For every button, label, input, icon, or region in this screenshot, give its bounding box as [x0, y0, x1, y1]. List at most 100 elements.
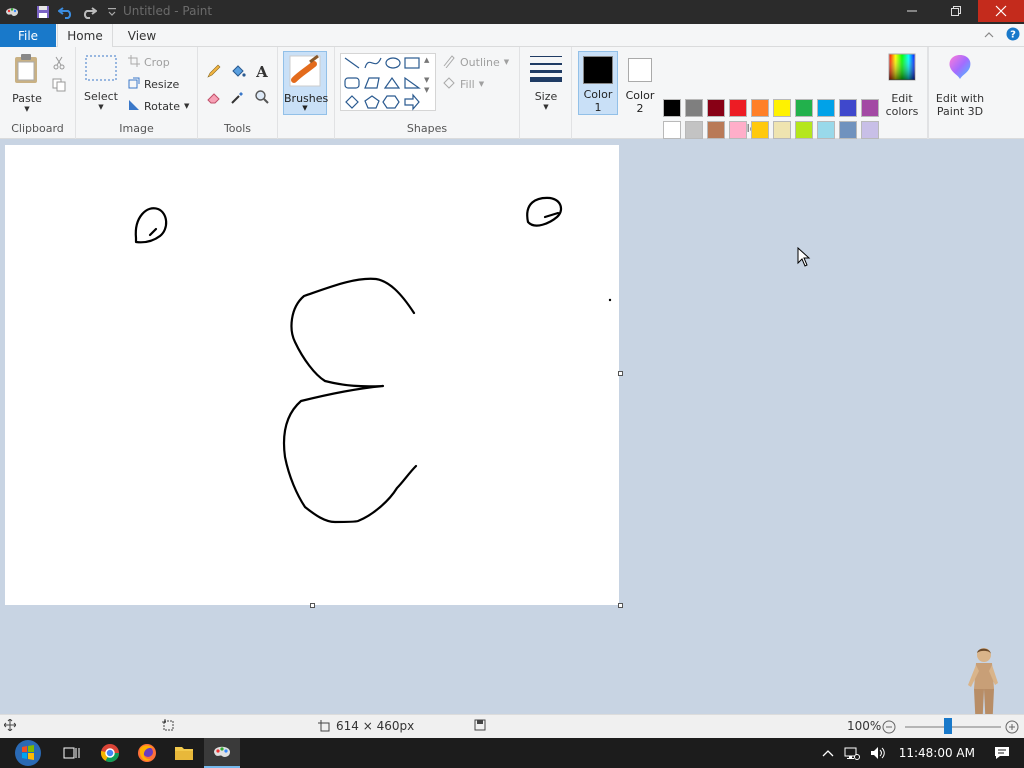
stroke-small-loop-left: [134, 207, 168, 244]
brushes-dropdown-icon: ▼: [302, 104, 308, 112]
resize-label: Resize: [144, 77, 180, 91]
clipboard-group: Paste ▼ Clipboard: [0, 47, 76, 139]
tab-view[interactable]: View: [116, 24, 168, 48]
eraser-icon[interactable]: [204, 87, 224, 107]
canvas-drawing: [134, 196, 612, 524]
brushes-button[interactable]: Brushes ▼: [283, 51, 328, 115]
zoom-slider-track[interactable]: [905, 726, 1001, 728]
palette-swatch[interactable]: [729, 99, 747, 117]
palette-swatch[interactable]: [817, 121, 835, 139]
close-button[interactable]: [978, 0, 1024, 22]
palette-swatch[interactable]: [817, 99, 835, 117]
palette-swatch[interactable]: [839, 121, 857, 139]
action-center-icon[interactable]: [994, 746, 1010, 760]
palette-swatch[interactable]: [773, 99, 791, 117]
color-picker-icon[interactable]: [228, 87, 248, 107]
restore-button[interactable]: [934, 0, 978, 22]
show-hidden-icons-chevron-icon[interactable]: [822, 749, 834, 757]
palette-swatch[interactable]: [707, 121, 725, 139]
taskbar-clock[interactable]: 11:48:00 AM: [899, 746, 975, 760]
zoom-level: 100%: [847, 719, 882, 733]
paint-app-icon[interactable]: [2, 2, 22, 22]
copy-icon[interactable]: [49, 75, 69, 95]
network-icon[interactable]: [844, 746, 860, 760]
taskbar-file-explorer[interactable]: [166, 738, 202, 768]
taskbar-chrome[interactable]: [92, 738, 128, 768]
oval-shape-icon: [385, 57, 401, 69]
size-button[interactable]: Size ▼: [528, 53, 564, 111]
task-view-button[interactable]: [54, 738, 90, 768]
line-size-icon: [529, 53, 563, 86]
redo-icon[interactable]: [79, 2, 99, 22]
zoom-slider-thumb[interactable]: [944, 718, 953, 734]
canvas-resize-handle-right[interactable]: [618, 371, 623, 376]
resize-button[interactable]: Resize: [128, 75, 179, 93]
rotate-button[interactable]: Rotate ▼: [128, 97, 189, 115]
palette-swatch[interactable]: [707, 99, 725, 117]
edit-colors-label-1: Edit: [891, 92, 913, 105]
palette-swatch[interactable]: [751, 99, 769, 117]
tab-file[interactable]: File: [0, 24, 56, 47]
color1-swatch: [583, 56, 613, 84]
palette-swatch[interactable]: [663, 121, 681, 139]
volume-icon[interactable]: [870, 746, 886, 760]
line-shape-icon: [344, 57, 360, 69]
color2-button[interactable]: Color 2: [620, 51, 660, 115]
palette-swatch[interactable]: [795, 99, 813, 117]
canvas-resize-handle-bottom[interactable]: [310, 603, 315, 608]
zoom-in-button[interactable]: [1005, 720, 1019, 734]
paint-taskbar-icon: [214, 746, 230, 757]
palette-swatch[interactable]: [861, 121, 879, 139]
pencil-icon[interactable]: [204, 61, 224, 81]
palette-swatch[interactable]: [663, 99, 681, 117]
customize-qat-chevron-icon[interactable]: [102, 2, 122, 22]
workspace[interactable]: [0, 140, 1024, 736]
tab-home[interactable]: Home: [57, 24, 113, 48]
arrow-shape-icon: [404, 93, 420, 111]
fill-button[interactable]: Fill ▼: [442, 75, 484, 93]
help-icon[interactable]: ?: [1006, 27, 1020, 44]
select-button[interactable]: Select ▼: [84, 55, 118, 111]
palette-swatch[interactable]: [685, 121, 703, 139]
edit-with-paint3d-button[interactable]: Edit with Paint 3D: [934, 53, 986, 118]
shapes-scroll-arrows[interactable]: ▲ ▼ ▼: [424, 55, 429, 95]
minimize-button[interactable]: [890, 0, 934, 22]
size-label: Size: [534, 90, 558, 103]
palette-swatch[interactable]: [773, 121, 791, 139]
select-rectangle-icon: [85, 55, 117, 84]
palette-swatch[interactable]: [685, 99, 703, 117]
canvas-resize-handle-corner[interactable]: [618, 603, 623, 608]
palette-swatch[interactable]: [795, 121, 813, 139]
zoom-out-button[interactable]: [882, 720, 896, 734]
collapse-ribbon-icon[interactable]: [984, 29, 994, 42]
drawing-canvas[interactable]: [5, 145, 619, 605]
paste-button[interactable]: Paste ▼: [8, 53, 46, 113]
cut-icon[interactable]: [49, 53, 69, 73]
save-icon[interactable]: [33, 2, 53, 22]
palette-swatch[interactable]: [751, 121, 769, 139]
fill-bucket-small-icon: [442, 76, 456, 93]
taskbar-firefox[interactable]: [129, 738, 165, 768]
edit-colors-button[interactable]: Edit colors: [882, 53, 922, 118]
crop-button[interactable]: Crop: [128, 53, 170, 71]
fill-bucket-icon[interactable]: [228, 61, 248, 81]
palette-swatch[interactable]: [861, 99, 879, 117]
text-tool-icon[interactable]: A: [252, 61, 272, 81]
undo-icon[interactable]: [56, 2, 76, 22]
canvas-size-text: 614 × 460px: [336, 719, 415, 733]
shapes-gallery[interactable]: [340, 53, 436, 111]
outline-button[interactable]: Outline ▼: [442, 53, 509, 71]
start-button[interactable]: [8, 738, 48, 768]
taskbar-paint[interactable]: [204, 738, 240, 768]
color1-number: 1: [594, 101, 602, 114]
color1-button[interactable]: Color 1: [578, 51, 618, 115]
magnifier-icon[interactable]: [252, 87, 272, 107]
palette-swatch[interactable]: [839, 99, 857, 117]
taskbar: 11:48:00 AM: [0, 738, 1024, 768]
palette-swatch[interactable]: [729, 121, 747, 139]
quick-access-toolbar: [0, 0, 125, 24]
stroke-large-e-shape: [282, 277, 418, 524]
canvas-size-readout: 614 × 460px: [318, 719, 414, 733]
color1-label: Color: [583, 88, 613, 101]
select-dropdown-icon: ▼: [98, 103, 104, 111]
